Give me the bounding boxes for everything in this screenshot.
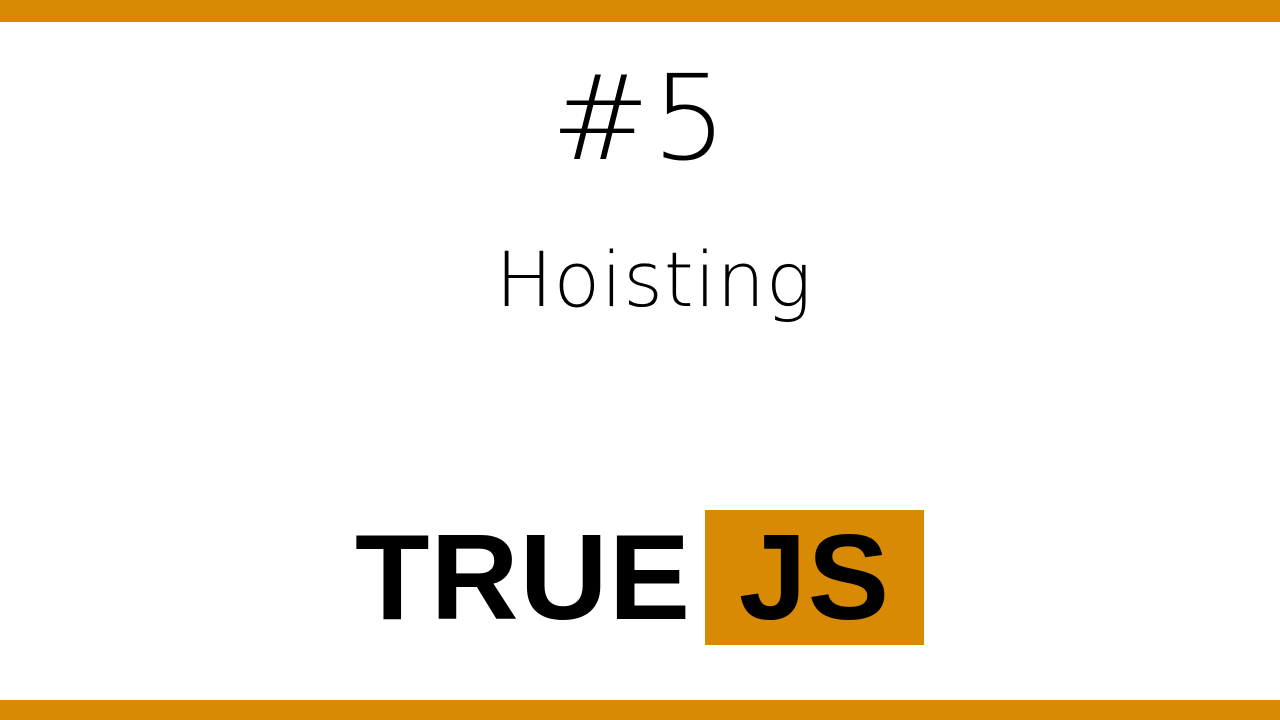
title-slide: #5 Hoisting TRUE JS [0, 0, 1280, 720]
episode-title: Hoisting [495, 235, 813, 324]
logo-word-true: TRUE [355, 509, 692, 645]
episode-number: #5 [551, 49, 729, 187]
logo-word-js: JS [738, 509, 891, 645]
logo-js-box: JS [705, 510, 924, 645]
bottom-accent-bar [0, 700, 1280, 720]
true-js-logo: TRUE JS [355, 510, 925, 645]
top-accent-bar [0, 0, 1280, 22]
